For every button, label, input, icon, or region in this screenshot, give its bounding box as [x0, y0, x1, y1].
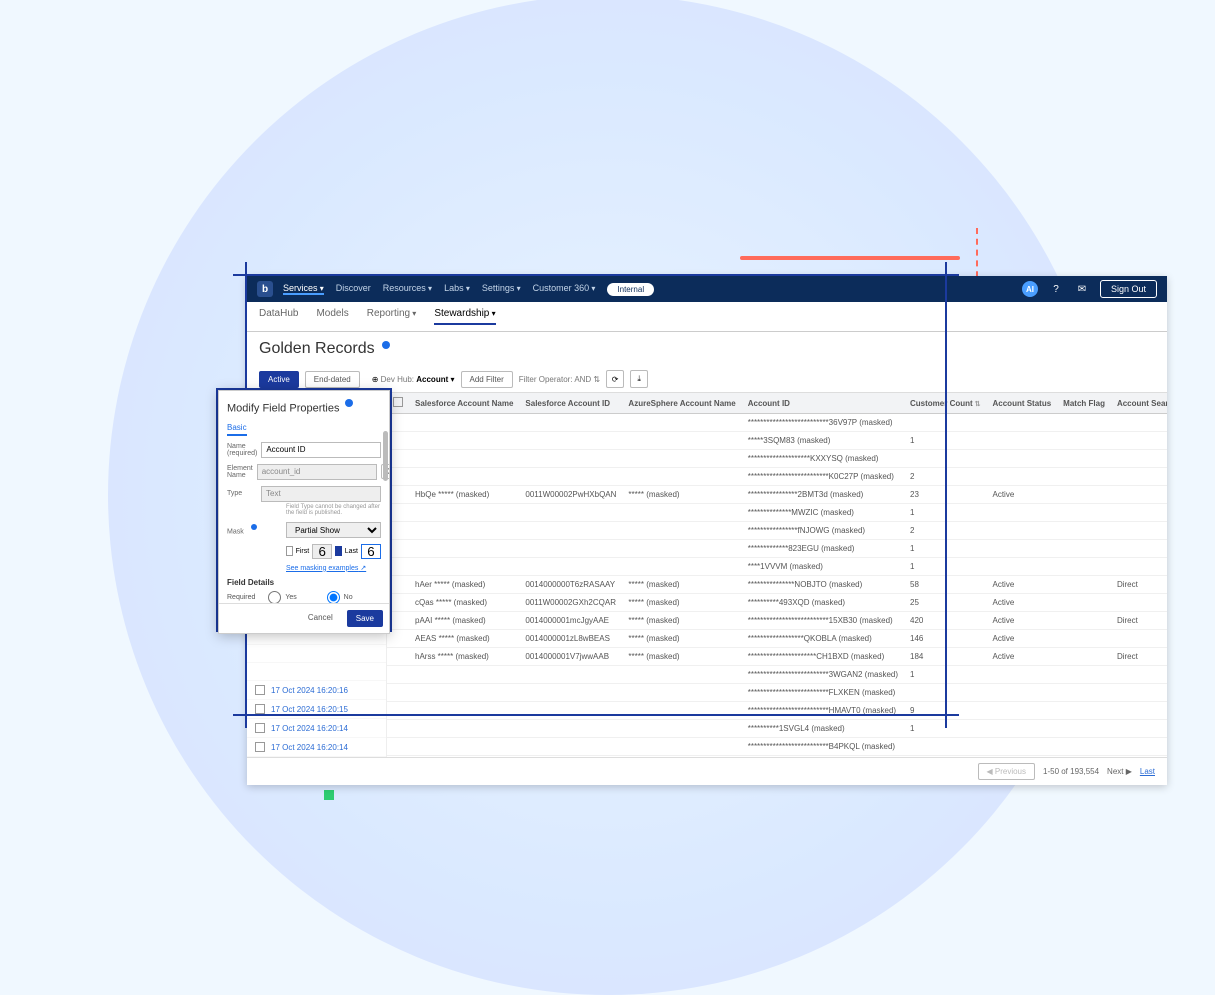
- masking-examples-link[interactable]: See masking examples ↗: [286, 565, 366, 572]
- table-row[interactable]: pAAI ***** (masked)0014000001mcJgyAAE***…: [387, 612, 1167, 630]
- timestamp-label: 17 Oct 2024 16:20:16: [271, 686, 348, 695]
- page-header: Golden Records: [247, 332, 1167, 366]
- col-header[interactable]: Salesforce Account ID: [519, 393, 622, 414]
- prev-button: ◀ Previous: [978, 763, 1036, 780]
- select-all-checkbox[interactable]: [393, 397, 403, 407]
- table-row[interactable]: ****1VVVM (masked)1: [387, 558, 1167, 576]
- last-num-input[interactable]: [361, 544, 381, 559]
- table-row[interactable]: ********************KXXYSQ (masked): [387, 450, 1167, 468]
- col-header[interactable]: Customer Count: [904, 393, 986, 414]
- col-header[interactable]: Salesforce Account Name: [409, 393, 519, 414]
- timestamp-label: 17 Oct 2024 16:20:14: [271, 743, 348, 752]
- table-row[interactable]: **************************B4PKQL (masked…: [387, 738, 1167, 756]
- cancel-button[interactable]: Cancel: [300, 610, 341, 627]
- table-row[interactable]: **************************FLXKEN (masked…: [387, 684, 1167, 702]
- nav-settings[interactable]: Settings: [482, 283, 521, 295]
- list-item[interactable]: 17 Oct 2024 16:20:14: [247, 738, 386, 757]
- col-header[interactable]: Match Flag: [1057, 393, 1111, 414]
- decoration-line-top: [740, 256, 960, 260]
- col-header[interactable]: Account Status: [987, 393, 1058, 414]
- page-range: 1-50 of 193,554: [1043, 767, 1099, 776]
- required-no-radio[interactable]: [327, 591, 340, 603]
- list-item[interactable]: 17 Oct 2024 16:20:14: [247, 719, 386, 738]
- nav-resources[interactable]: Resources: [383, 283, 432, 295]
- table-row[interactable]: cQas ***** (masked)0011W00002GXh2CQAR***…: [387, 594, 1167, 612]
- env-pill: Internal: [607, 283, 654, 296]
- active-filter-button[interactable]: Active: [259, 371, 299, 388]
- type-field: [261, 486, 381, 502]
- row-checkbox[interactable]: [255, 704, 265, 714]
- refresh-icon[interactable]: ⟳: [606, 370, 624, 388]
- col-header[interactable]: [387, 393, 409, 414]
- signout-button[interactable]: Sign Out: [1100, 280, 1157, 298]
- table-row[interactable]: HbQe ***** (masked)0011W00002PwHXbQAN***…: [387, 486, 1167, 504]
- name-field[interactable]: [261, 442, 381, 458]
- tab-stewardship[interactable]: Stewardship: [434, 308, 495, 325]
- first-num-input[interactable]: [312, 544, 332, 559]
- nav-services[interactable]: Services: [283, 283, 324, 295]
- save-button[interactable]: Save: [347, 610, 383, 627]
- modal-title: Modify Field Properties: [219, 391, 389, 423]
- sub-nav: DataHub Models Reporting Stewardship: [247, 302, 1167, 332]
- ai-badge[interactable]: AI: [1022, 281, 1038, 297]
- enddated-filter-button[interactable]: End-dated: [305, 371, 360, 388]
- tab-reporting[interactable]: Reporting: [367, 308, 417, 325]
- row-checkbox[interactable]: [255, 742, 265, 752]
- toolbar: Active End-dated ⊕ Dev Hub: Account ▾ Ad…: [247, 366, 1167, 393]
- row-checkbox[interactable]: [255, 685, 265, 695]
- help-icon[interactable]: ?: [1048, 281, 1064, 297]
- add-filter-button[interactable]: Add Filter: [461, 371, 513, 388]
- table-row[interactable]: **************************K0C27P (masked…: [387, 468, 1167, 486]
- info-icon[interactable]: [345, 399, 353, 407]
- golden-records-table: Salesforce Account NameSalesforce Accoun…: [387, 393, 1167, 756]
- nav-labs[interactable]: Labs: [444, 283, 470, 295]
- pager: ◀ Previous 1-50 of 193,554 Next ▶ Last: [247, 757, 1167, 785]
- scrollbar-thumb[interactable]: [383, 431, 388, 481]
- table-row[interactable]: AEAS ***** (masked)0014000001zL8wBEAS***…: [387, 630, 1167, 648]
- table-row[interactable]: hArss ***** (masked)0014000001V7jwwAAB**…: [387, 648, 1167, 666]
- info-icon[interactable]: [382, 341, 390, 349]
- col-header[interactable]: Account ID: [742, 393, 904, 414]
- next-button[interactable]: Next ▶: [1107, 767, 1132, 776]
- download-icon[interactable]: ⤓: [630, 370, 648, 388]
- col-header[interactable]: Account Search: [1111, 393, 1167, 414]
- nav-discover[interactable]: Discover: [336, 283, 371, 295]
- timestamp-label: 17 Oct 2024 16:20:14: [271, 724, 348, 733]
- timestamp-label: 17 Oct 2024 16:20:15: [271, 705, 348, 714]
- table-row[interactable]: hAer ***** (masked)0014000000T6zRASAAY**…: [387, 576, 1167, 594]
- list-item[interactable]: 17 Oct 2024 16:20:15: [247, 700, 386, 719]
- mail-icon[interactable]: ✉: [1074, 281, 1090, 297]
- nav-customer-360[interactable]: Customer 360: [533, 283, 596, 295]
- table-row[interactable]: *****3SQM83 (masked)1: [387, 432, 1167, 450]
- brand-logo[interactable]: b: [257, 281, 273, 297]
- first-checkbox[interactable]: [286, 546, 293, 556]
- table-row[interactable]: **************MWZIC (masked)1: [387, 504, 1167, 522]
- required-yes-radio[interactable]: [268, 591, 281, 603]
- tab-datahub[interactable]: DataHub: [259, 308, 298, 325]
- table-row[interactable]: **************************3WGAN2 (masked…: [387, 666, 1167, 684]
- table-row[interactable]: **************************HMAVT0 (masked…: [387, 702, 1167, 720]
- page-title: Golden Records: [259, 340, 375, 358]
- table-row[interactable]: **************************36V97P (masked…: [387, 414, 1167, 432]
- topbar: b Services Discover Resources Labs Settings C…: [247, 276, 1167, 302]
- table-row[interactable]: **********1SVGL4 (masked)1: [387, 720, 1167, 738]
- modify-field-modal: Modify Field Properties Basic Name (requ…: [218, 390, 390, 634]
- table-row[interactable]: ****************fNJOWG (masked)2: [387, 522, 1167, 540]
- tab-basic[interactable]: Basic: [227, 423, 247, 436]
- last-button[interactable]: Last: [1140, 767, 1155, 776]
- col-header[interactable]: AzureSphere Account Name: [622, 393, 741, 414]
- row-checkbox[interactable]: [255, 723, 265, 733]
- list-item[interactable]: 17 Oct 2024 16:20:16: [247, 681, 386, 700]
- mask-label: Mask: [227, 524, 282, 535]
- main-nav: Services Discover Resources Labs Settings Cus…: [283, 283, 607, 295]
- table-row[interactable]: *************823EGU (masked)1: [387, 540, 1167, 558]
- tab-models[interactable]: Models: [316, 308, 348, 325]
- decoration-green-square: [324, 790, 334, 800]
- mask-select[interactable]: Partial Show: [286, 522, 381, 538]
- element-name-field: [257, 464, 377, 480]
- last-checkbox[interactable]: [335, 546, 342, 556]
